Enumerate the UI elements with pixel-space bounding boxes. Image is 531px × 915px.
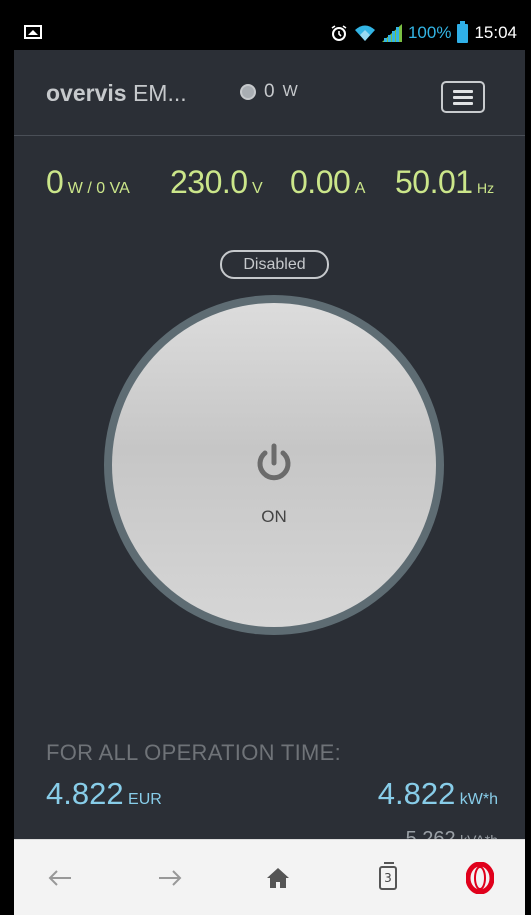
voltage-metric: 230.0 V: [170, 164, 263, 201]
status-indicators: 100% 15:04: [330, 20, 517, 45]
frequency-value: 50.01: [395, 164, 473, 200]
current-metric: 0.00 A: [290, 164, 365, 201]
power-button-label: ON: [261, 507, 287, 526]
frequency-unit: Hz: [477, 180, 495, 196]
power-button-ring: ON: [104, 295, 444, 635]
home-button[interactable]: [248, 840, 308, 915]
voltage-value: 230.0: [170, 164, 248, 200]
back-button[interactable]: [30, 840, 90, 915]
alarm-icon: [331, 25, 347, 41]
frequency-metric: 50.01 Hz: [395, 164, 494, 201]
arrow-left-icon: [48, 870, 71, 886]
image-notification-icon: [24, 25, 42, 39]
signal-icon: [381, 24, 402, 42]
voltage-unit: V: [252, 180, 263, 197]
live-metrics: 0 W / 0 VA 230.0 V 0.00 A 50.01 Hz: [14, 164, 525, 204]
browser-bottom-bar: 3: [14, 839, 525, 915]
current-unit: A: [354, 180, 366, 197]
home-icon: [267, 868, 289, 888]
apparent-power-value: 0: [96, 180, 106, 197]
power-indicator-value: 0: [264, 81, 275, 102]
totals-heading: FOR ALL OPERATION TIME:: [46, 740, 341, 765]
total-cost-unit: EUR: [128, 791, 162, 808]
device-name: EM...: [126, 80, 187, 106]
apparent-power-unit: VA: [109, 180, 130, 197]
device-title[interactable]: overvis EM...: [46, 80, 187, 107]
total-cost-value: 4.822: [46, 776, 124, 811]
power-indicator-unit: W: [282, 83, 298, 100]
status-bar: 100% 15:04: [14, 16, 525, 50]
status-dot-icon: [240, 84, 256, 100]
clock: 15:04: [474, 23, 517, 42]
forward-button[interactable]: [140, 840, 200, 915]
battery-icon: [457, 20, 469, 43]
power-metric: 0 W / 0 VA: [46, 164, 130, 201]
power-indicator: 0 W: [240, 81, 298, 103]
power-icon: [257, 443, 291, 481]
app-header: overvis EM... 0 W: [14, 50, 525, 136]
hamburger-icon: [453, 90, 473, 93]
brand-name: overvis: [46, 80, 127, 106]
total-energy-value: 4.822: [377, 776, 456, 811]
active-power-unit: W: [67, 180, 83, 197]
total-energy-unit: kW*h: [459, 791, 498, 808]
arrow-right-icon: [159, 870, 182, 886]
wifi-icon: [354, 25, 375, 41]
opera-logo-icon: [466, 862, 494, 894]
tabs-icon: 3: [379, 862, 397, 890]
power-separator: /: [87, 180, 92, 197]
opera-menu-button[interactable]: [450, 840, 510, 915]
total-energy: 4.822 kW*h: [378, 776, 498, 812]
app-screen: 100% 15:04 overvis EM... 0 W 0 W / 0 VA …: [14, 16, 525, 915]
relay-power-button[interactable]: ON: [112, 303, 436, 627]
menu-button[interactable]: [441, 81, 485, 113]
active-power-value: 0: [46, 164, 64, 200]
relay-status-badge: Disabled: [220, 250, 329, 279]
tabs-button[interactable]: 3: [358, 840, 418, 915]
current-value: 0.00: [290, 164, 351, 200]
total-cost: 4.822 EUR: [46, 776, 162, 812]
battery-percent: 100%: [407, 23, 452, 42]
